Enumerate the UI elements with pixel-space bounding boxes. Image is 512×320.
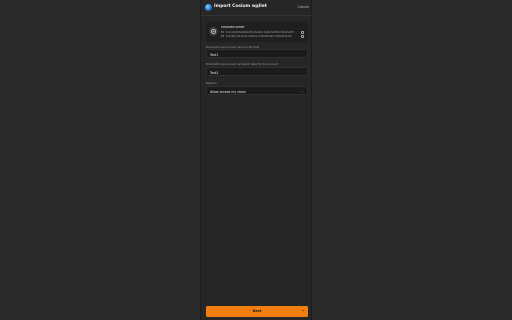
address-label: P1 [221, 31, 224, 34]
chevron-down-icon: ⌄ [301, 89, 304, 93]
field-label-2: Enter/edit new account nameedit/ label f… [206, 63, 278, 66]
account-name-field-1[interactable]: Test1 [206, 49, 308, 58]
gear-icon [210, 28, 217, 35]
address-value: 0x2bf6e1d4c9a3b7e8f0a1c2d3e4f5a6b7c8d9e0… [225, 35, 292, 38]
copy-icon[interactable] [301, 31, 304, 34]
select-value: Allow access my chain [210, 89, 246, 94]
address-label: P2 [221, 35, 224, 38]
version-badge: v2 [255, 5, 259, 9]
arrow-right-icon: → [300, 308, 304, 313]
next-button-label: Next [252, 309, 262, 314]
import-wallet-panel: Import Cosium wallet v2 Cancel cosiumrun… [200, 0, 313, 320]
address-value: 0x1ca3e5b8a04b4dfb1d0e4b1c5e6b7a9f8d2c3b… [225, 31, 295, 34]
page-title: Import Cosium wallet [214, 4, 267, 9]
next-button[interactable]: Next → [206, 306, 308, 317]
account-name-field-2[interactable]: Test2 [206, 67, 308, 76]
field-value: Test1 [210, 52, 219, 57]
address-row-2: P2 0x2bf6e1d4c9a3b7e8f0a1c2d3e4f5a6b7c8d… [221, 35, 301, 38]
address-row-1: P1 0x1ca3e5b8a04b4dfb1d0e4b1c5e6b7a9f8d2… [221, 31, 301, 34]
cancel-button[interactable]: Cancel [298, 5, 310, 9]
app-logo-icon [205, 4, 212, 11]
header: Import Cosium wallet v2 Cancel [201, 0, 313, 16]
account-name: cosiumrunner [221, 25, 245, 29]
network-select[interactable]: Allow access my chain ⌄ [206, 86, 308, 95]
field-label-3: Network [206, 82, 217, 85]
copy-icon[interactable] [301, 35, 304, 38]
account-card: cosiumrunner P1 0x1ca3e5b8a04b4dfb1d0e4b… [206, 22, 308, 42]
account-avatar [209, 27, 218, 36]
field-value: Test2 [210, 70, 219, 75]
